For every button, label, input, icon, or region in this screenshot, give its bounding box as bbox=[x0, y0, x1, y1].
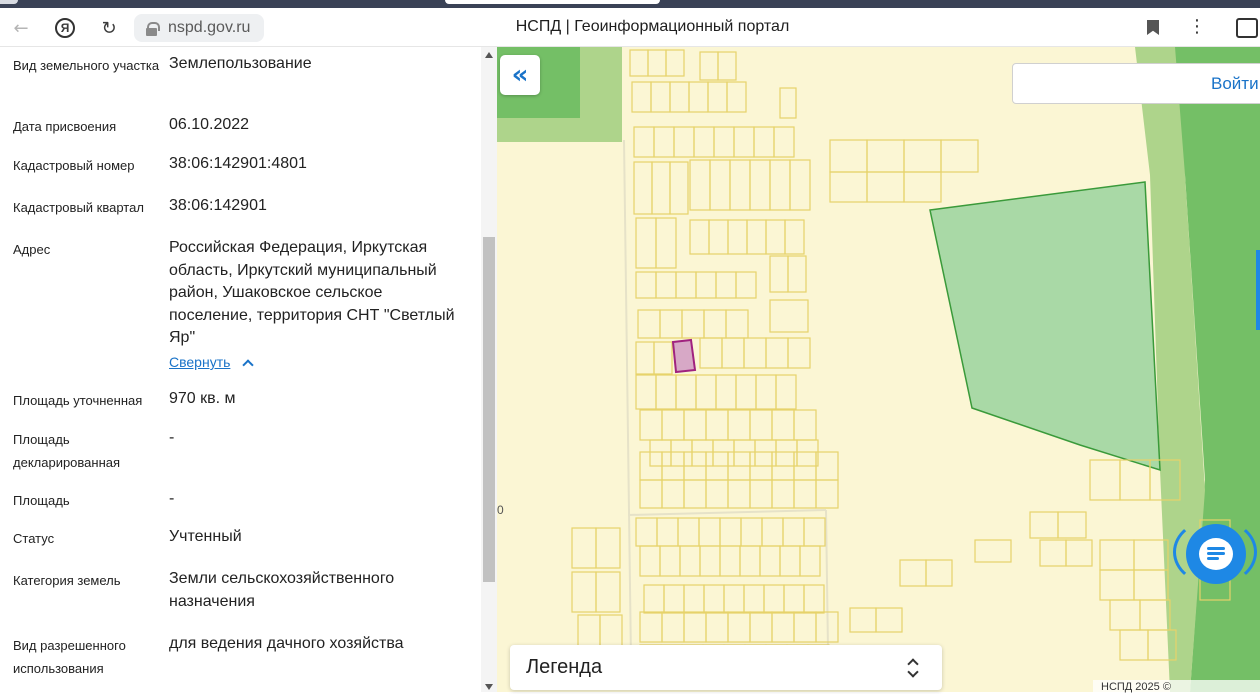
selected-parcel[interactable] bbox=[671, 338, 697, 374]
extension-icon[interactable] bbox=[1236, 18, 1258, 38]
field-value: - bbox=[169, 490, 175, 507]
field-label: Кадастровый номер bbox=[13, 158, 135, 173]
field-value: Землепользование bbox=[169, 55, 312, 72]
chat-bubble-icon bbox=[1199, 538, 1233, 570]
cadastral-map[interactable] bbox=[497, 47, 1260, 692]
more-menu-icon[interactable]: ⋮ bbox=[1188, 16, 1206, 37]
field-value: для ведения дачного хозяйства bbox=[169, 635, 404, 652]
field-label: Вид разрешенного использования bbox=[13, 638, 126, 676]
parcel-info-panel: Вид земельного участка Землепользование … bbox=[0, 47, 480, 692]
chevron-up-icon[interactable] bbox=[242, 359, 254, 371]
field-value[interactable]: 38:06:142901:4801 bbox=[169, 153, 469, 176]
map-scale-fragment: 0 bbox=[497, 503, 504, 517]
field-value: 06.10.2022 bbox=[169, 116, 250, 133]
scroll-up-arrow-icon[interactable] bbox=[485, 52, 493, 58]
field-label: Категория земель bbox=[13, 573, 121, 588]
meadow-area-left bbox=[580, 47, 622, 120]
field-value: 970 кв. м bbox=[169, 390, 236, 407]
map-canvas[interactable] bbox=[497, 47, 1260, 692]
field-value: Учтенный bbox=[169, 528, 242, 545]
field-label: Вид земельного участка bbox=[13, 58, 160, 73]
scrollbar-thumb[interactable] bbox=[483, 237, 495, 582]
field-label: Площадь bbox=[13, 493, 70, 508]
field-label: Кадастровый квартал bbox=[13, 200, 144, 215]
legend-title: Легенда bbox=[526, 656, 603, 678]
window-top-strip bbox=[0, 0, 1260, 8]
field-label: Площадь уточненная bbox=[13, 393, 143, 408]
field-label: Площадь декларированная bbox=[13, 432, 121, 470]
expand-collapse-icon[interactable] bbox=[906, 654, 920, 680]
legend-panel[interactable]: Легенда bbox=[510, 645, 942, 690]
browser-toolbar: ← Я ↻ nspd.gov.ru НСПД | Геоинформационн… bbox=[0, 8, 1260, 47]
page-title: НСПД | Геоинформационный портал bbox=[515, 18, 790, 35]
active-tab-nub[interactable] bbox=[445, 0, 660, 4]
scroll-down-arrow-icon[interactable] bbox=[485, 684, 493, 690]
field-value[interactable]: 38:06:142901 bbox=[169, 195, 469, 218]
field-value: Земли сельскохозяйственного назначения bbox=[169, 570, 395, 610]
field-value: - bbox=[169, 429, 175, 446]
login-button[interactable]: Войти bbox=[1012, 63, 1260, 104]
left-tab-nub bbox=[0, 0, 18, 4]
chat-button[interactable] bbox=[1186, 524, 1246, 584]
meadow-strip-left bbox=[497, 118, 622, 142]
field-label: Дата присвоения bbox=[13, 119, 117, 134]
collapse-link[interactable]: Свернуть bbox=[169, 354, 230, 370]
collapse-panel-icon[interactable]: « bbox=[500, 55, 540, 95]
side-tab-edge[interactable] bbox=[1256, 250, 1260, 330]
field-value: Российская Федерация, Иркутская область,… bbox=[169, 239, 455, 346]
field-label: Статус bbox=[13, 531, 55, 546]
field-label: Адрес bbox=[13, 242, 51, 257]
